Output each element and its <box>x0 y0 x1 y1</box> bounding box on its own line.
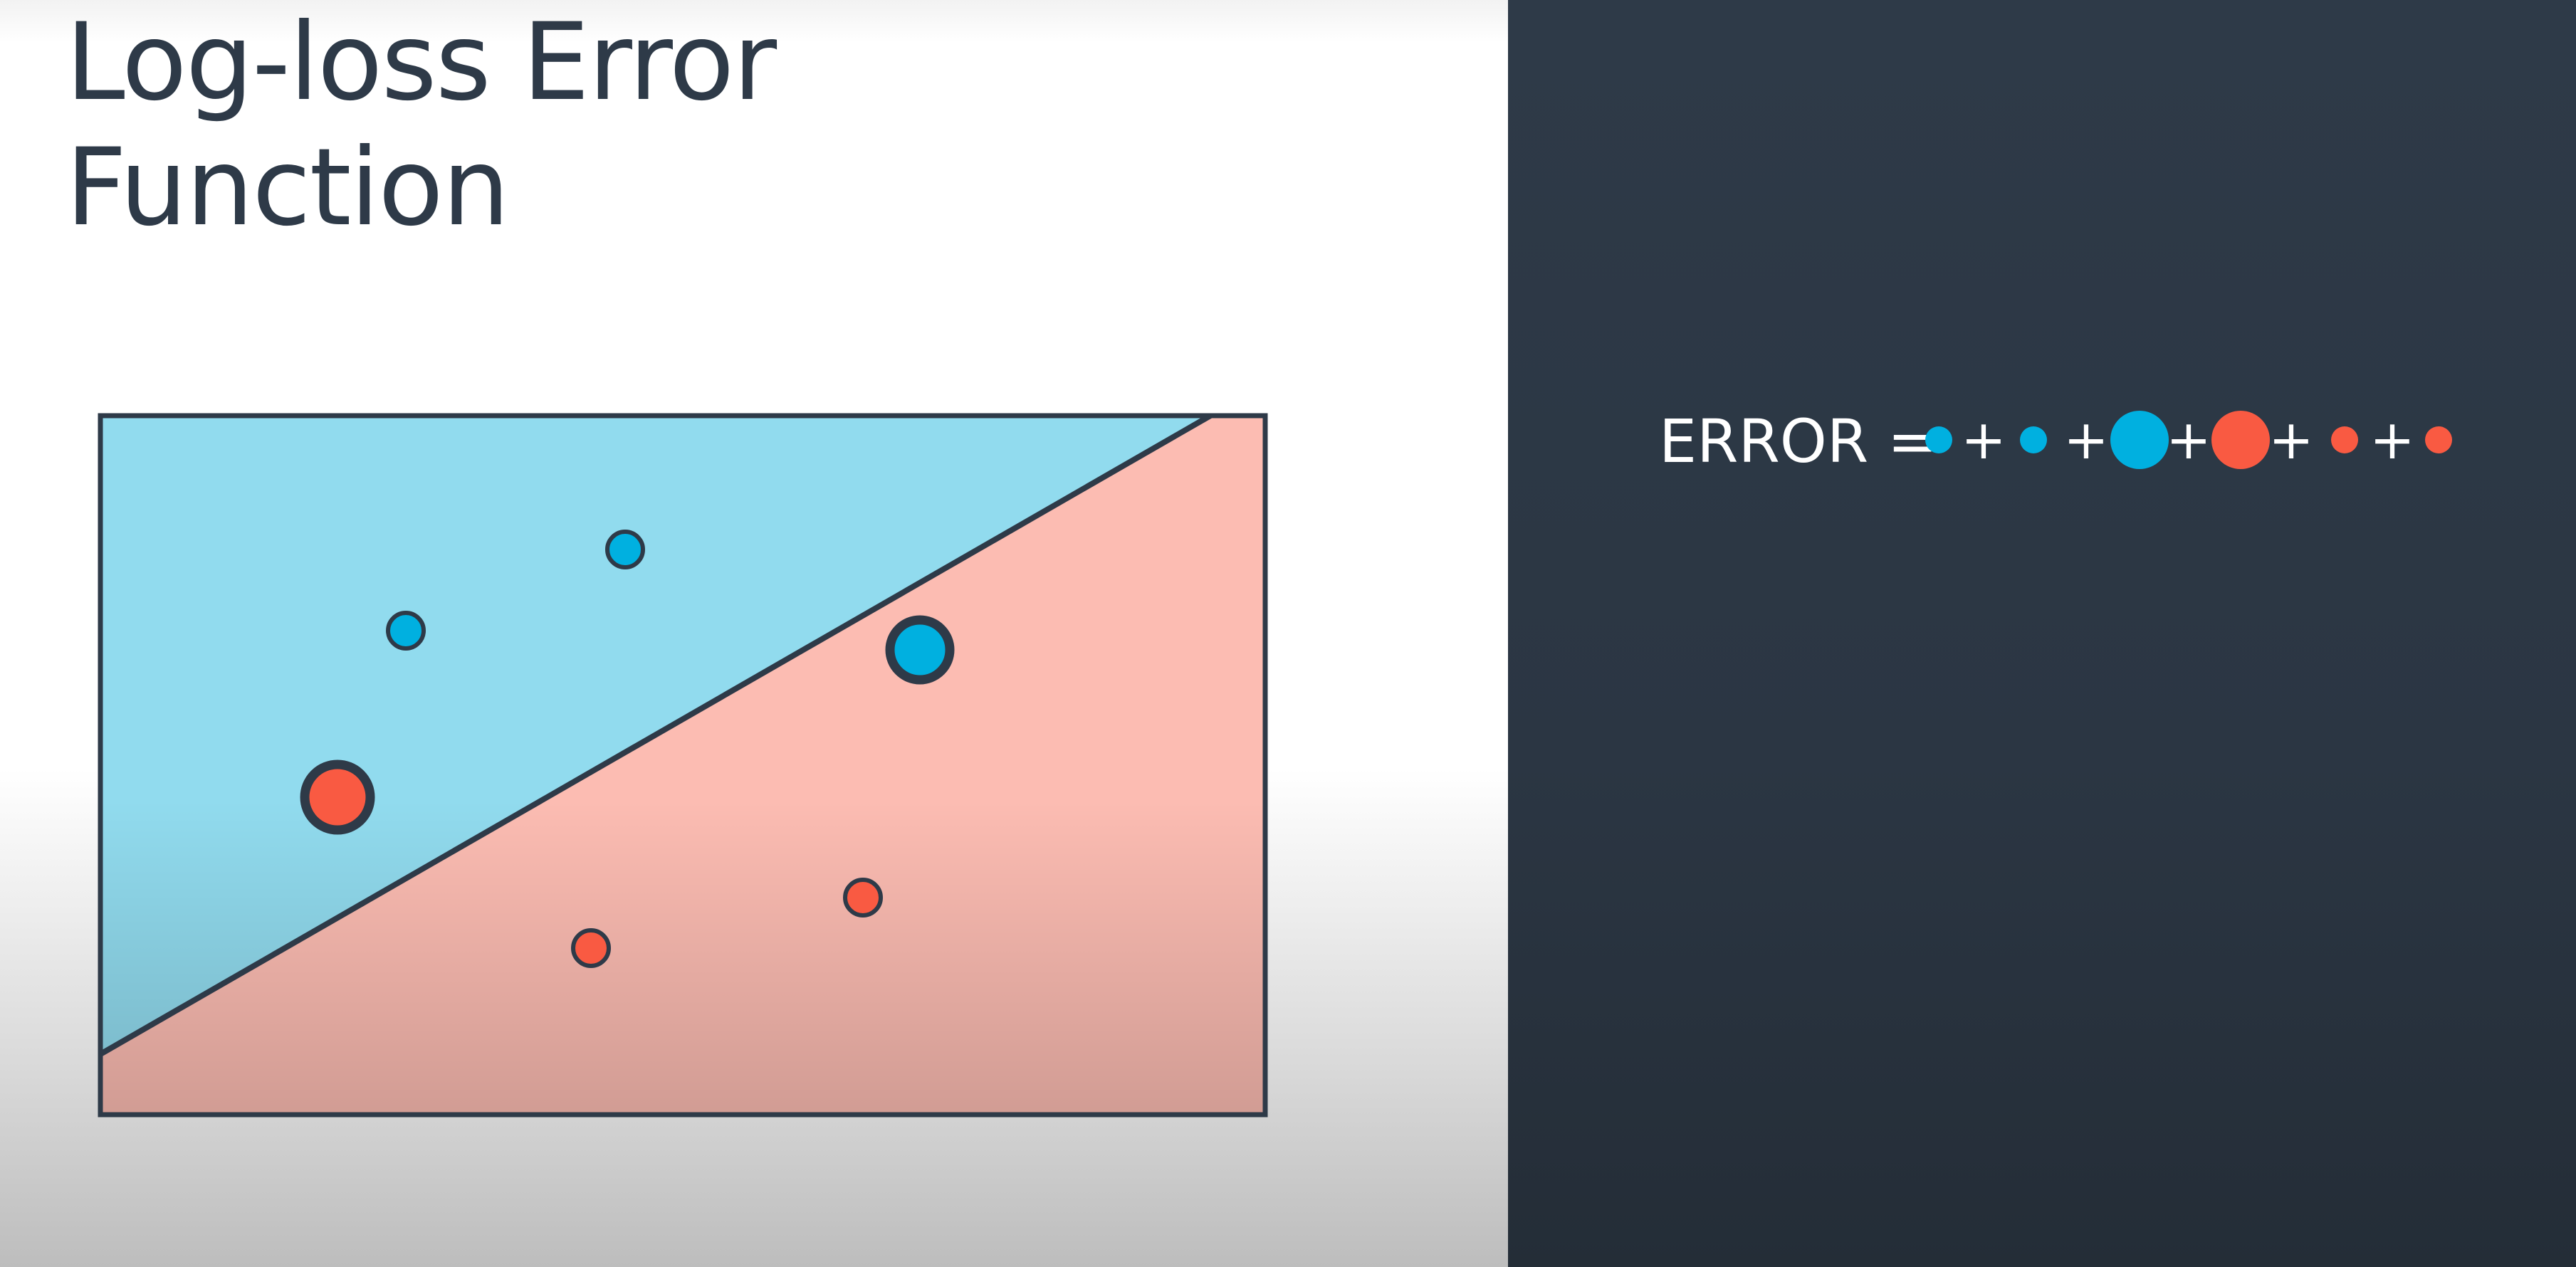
error-term-dot <box>2020 426 2047 453</box>
error-term-dot <box>1925 426 1952 453</box>
right-panel <box>1508 0 2576 1267</box>
plus-sign: + <box>2268 408 2314 471</box>
red-point <box>571 928 611 968</box>
blue-point-misclassified <box>885 615 955 685</box>
plus-sign: + <box>2063 408 2109 471</box>
plus-sign: + <box>2166 408 2211 471</box>
plus-sign: + <box>1961 408 2006 471</box>
error-equation: ERROR = + + + + + <box>1659 399 2549 484</box>
error-term-dot <box>2425 426 2452 453</box>
error-term-dot <box>2110 411 2169 469</box>
classification-diagram <box>98 413 1268 1118</box>
slide: Log-loss Error Function ERROR = + + + + + <box>0 0 2576 1267</box>
blue-point <box>605 530 645 569</box>
plus-sign: + <box>2370 408 2415 471</box>
red-point-misclassified <box>300 759 375 835</box>
region-shading <box>100 416 1265 1115</box>
error-terms: + + + + + <box>1925 408 2452 471</box>
red-point <box>843 878 883 918</box>
error-term-dot <box>2211 411 2270 469</box>
error-term-dot <box>2331 426 2358 453</box>
blue-point <box>386 611 426 651</box>
